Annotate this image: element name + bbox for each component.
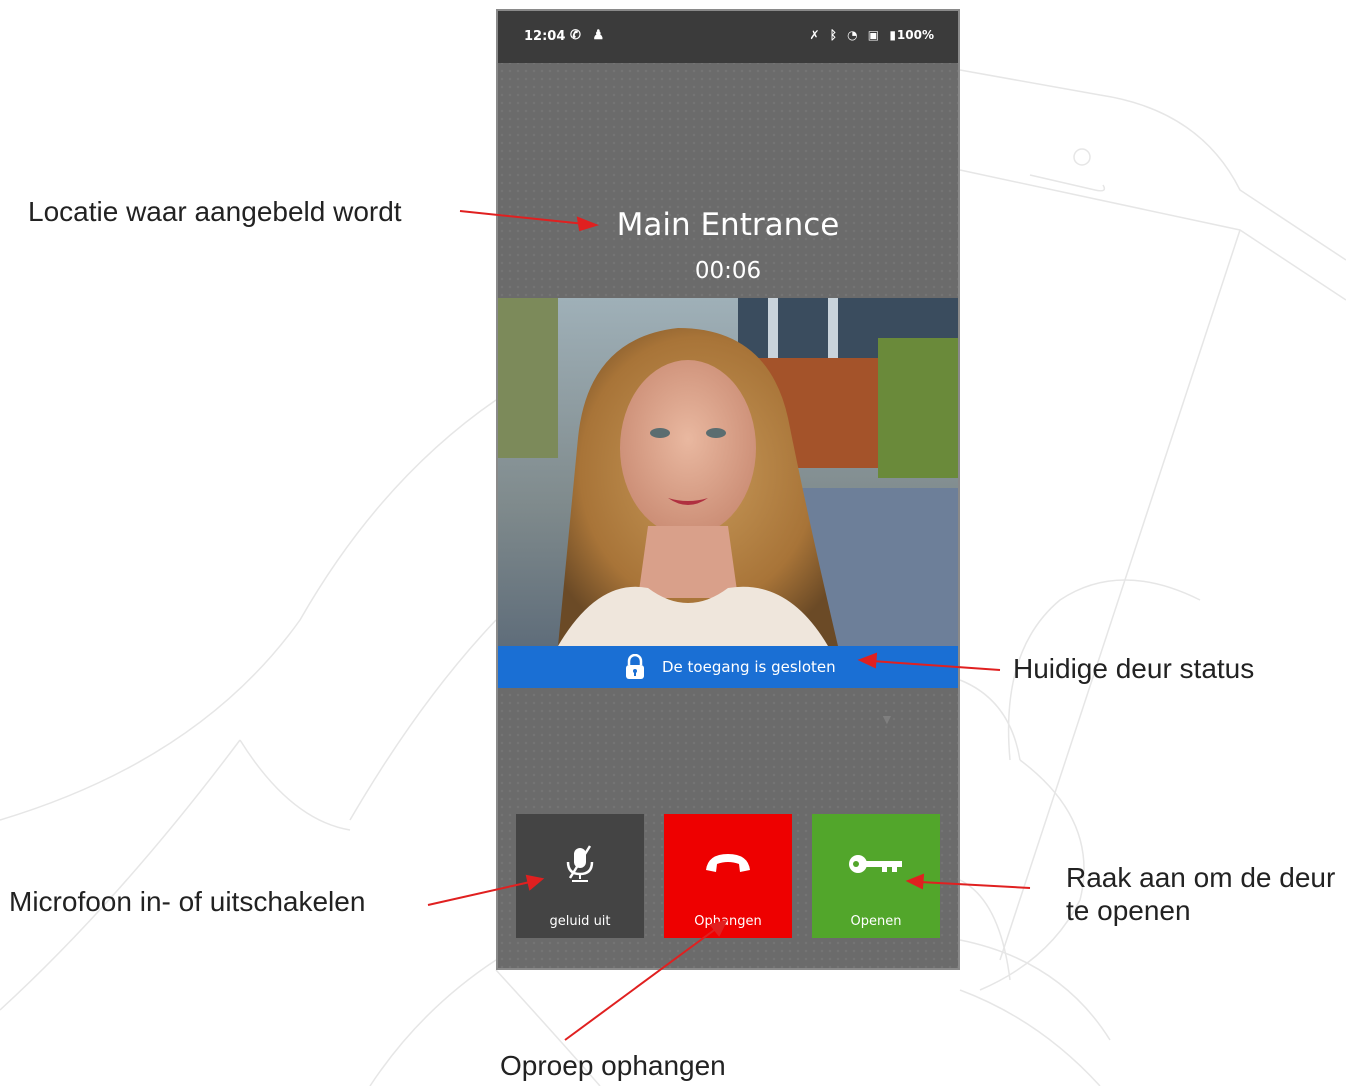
microphone-off-icon	[566, 845, 594, 882]
annotation-location: Locatie waar aangebeld wordt	[28, 196, 402, 227]
annotation-door-status: Huidige deur status	[1013, 653, 1255, 684]
sim-icon: ▣	[867, 28, 880, 42]
status-right-icons: ✗ ᛒ ◔ ▣ ▮100%	[803, 28, 934, 42]
wifi-icon: ◔	[847, 28, 858, 42]
annotation-hangup: Oproep ophangen	[500, 1050, 726, 1081]
bell-off-icon: ✗	[809, 28, 820, 42]
annotation-open-line2: te openen	[1066, 895, 1191, 926]
annotation-open-line1: Raak aan om de deur	[1066, 862, 1336, 893]
status-left-icons: ✆ ♟	[570, 27, 604, 43]
open-door-button[interactable]: Openen	[812, 814, 940, 938]
call-icon: ✆	[570, 27, 581, 42]
hangup-label: Ophangen	[694, 914, 762, 929]
person-icon: ♟	[592, 27, 605, 42]
padlock-icon	[626, 654, 644, 679]
call-location: Main Entrance	[616, 207, 840, 243]
phone-screen: 12:04 ✆ ♟ ✗ ᛒ ◔ ▣ ▮100% Main Entrance 00…	[496, 9, 960, 970]
chevron-down-icon[interactable]: ▼	[880, 711, 894, 727]
hangup-button[interactable]: Ophangen	[664, 814, 792, 938]
door-status-text: De toegang is gesloten	[662, 658, 836, 676]
call-timer: 00:06	[694, 258, 762, 284]
annotation-open-door: Raak aan om de deur te openen	[1066, 861, 1335, 927]
battery-icon: ▮	[889, 28, 896, 42]
mute-label: geluid uit	[549, 914, 611, 929]
key-icon	[849, 855, 902, 873]
battery-level: 100%	[896, 28, 934, 42]
door-status-bar: De toegang is gesloten	[498, 646, 958, 688]
video-feed	[498, 298, 958, 646]
phone-hangup-icon	[706, 854, 750, 872]
status-bar: 12:04 ✆ ♟ ✗ ᛒ ◔ ▣ ▮100%	[498, 11, 958, 63]
annotation-microphone: Microfoon in- of uitschakelen	[9, 886, 366, 917]
open-label: Openen	[850, 914, 902, 929]
status-time: 12:04	[524, 29, 566, 44]
bluetooth-icon: ᛒ	[829, 28, 837, 42]
mute-button[interactable]: geluid uit	[516, 814, 644, 938]
